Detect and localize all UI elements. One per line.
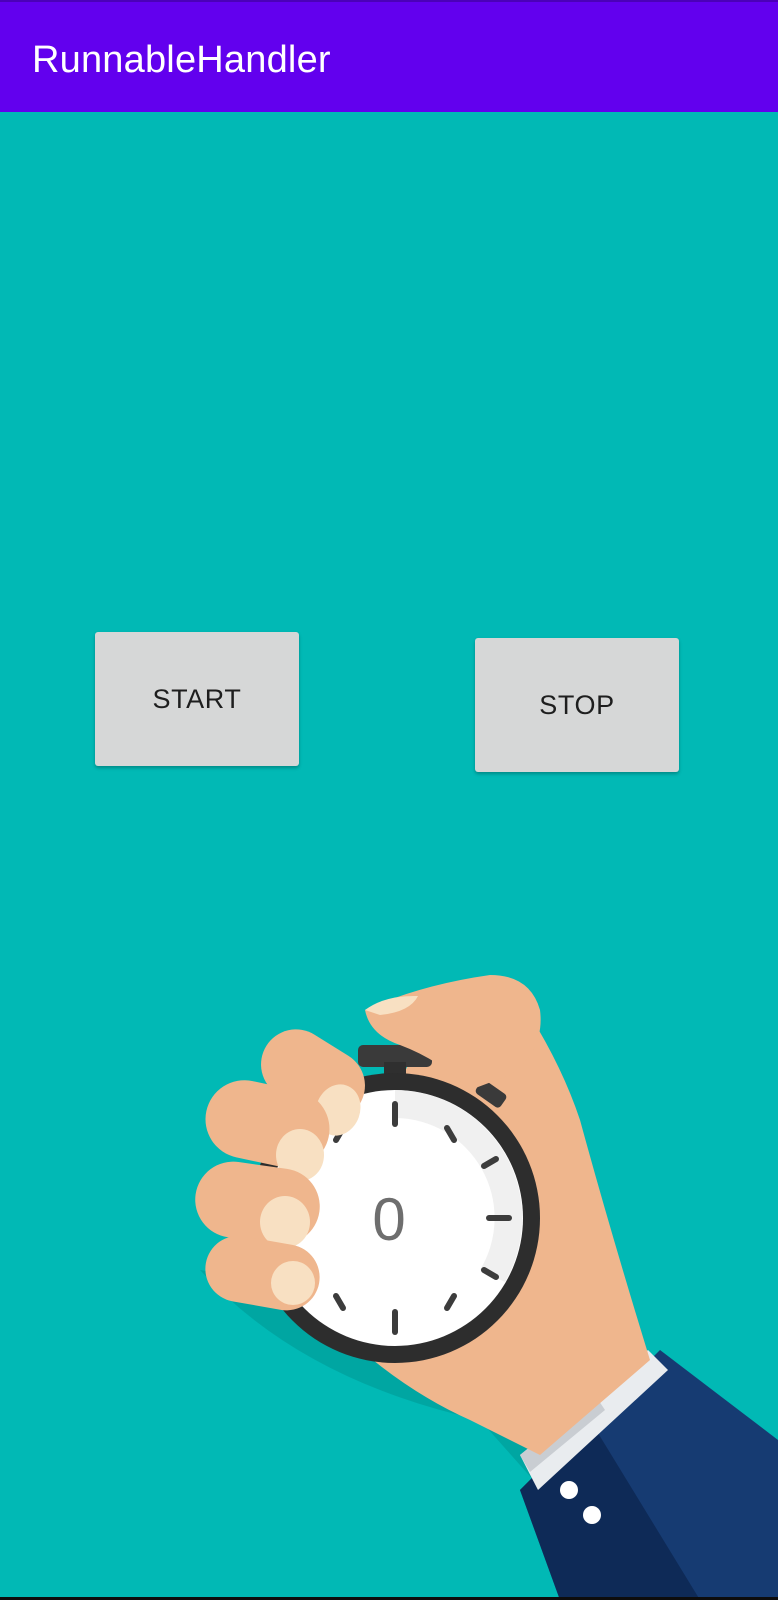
- stopwatch-in-hand-illustration: [195, 975, 778, 1600]
- stop-button[interactable]: STOP: [475, 638, 679, 772]
- timer-readout: 0: [372, 1186, 406, 1253]
- app-bar: RunnableHandler: [0, 0, 778, 112]
- cuff-button-icon: [583, 1506, 601, 1524]
- app-title: RunnableHandler: [32, 39, 331, 81]
- start-button[interactable]: START: [95, 632, 299, 766]
- cuff-button-icon: [560, 1481, 578, 1499]
- app-screen: RunnableHandler START STOP 0: [0, 0, 778, 1600]
